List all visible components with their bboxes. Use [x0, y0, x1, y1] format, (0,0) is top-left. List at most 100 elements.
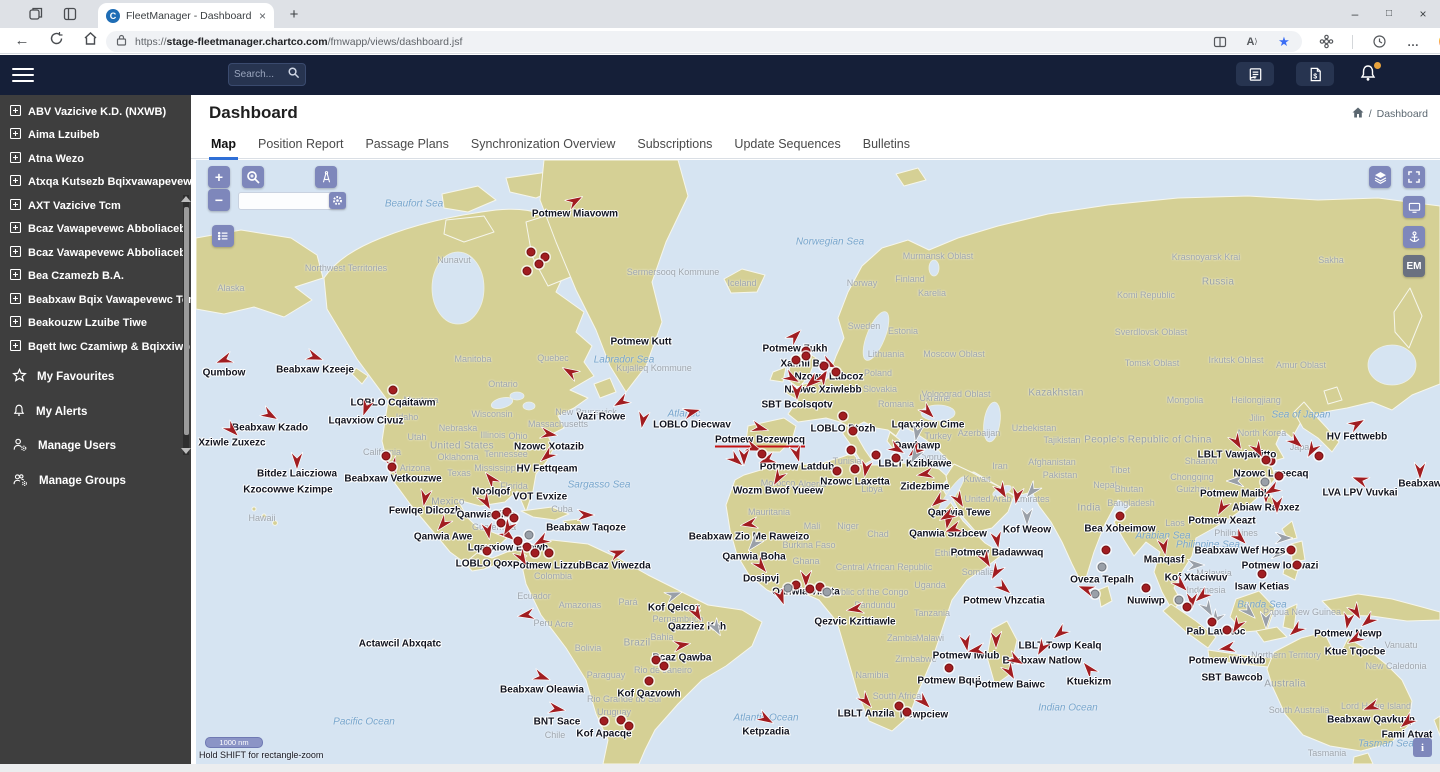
vessel-marker[interactable] — [806, 585, 815, 594]
expand-plus-icon[interactable] — [10, 269, 21, 283]
search-icon[interactable] — [287, 66, 300, 84]
expand-plus-icon[interactable] — [10, 316, 21, 330]
vertical-tabs-icon[interactable] — [62, 6, 78, 22]
vessel-marker[interactable] — [600, 717, 609, 726]
split-screen-icon[interactable] — [1212, 34, 1228, 50]
vessel-marker[interactable] — [535, 260, 544, 269]
map-legend-list-icon[interactable] — [212, 225, 234, 247]
vessel-marker[interactable] — [802, 352, 811, 361]
expand-plus-icon[interactable] — [10, 152, 21, 166]
close-button[interactable]: × — [1406, 0, 1440, 28]
tab-close-icon[interactable]: × — [259, 9, 266, 23]
vessel-marker[interactable] — [545, 549, 554, 558]
sidebar-company-item[interactable]: Bcaz Vawapevewc Abboliaceb — [0, 241, 191, 265]
vessel-marker[interactable] — [389, 386, 398, 395]
map-em-button[interactable]: EM — [1403, 255, 1425, 277]
map-screen-view-icon[interactable] — [1403, 196, 1425, 218]
vessel-marker[interactable] — [1116, 512, 1125, 521]
tab-update-sequences[interactable]: Update Sequences — [732, 131, 842, 159]
notifications-bell-icon[interactable] — [1358, 63, 1382, 87]
vessel-marker[interactable] — [1226, 475, 1244, 487]
vessel-marker[interactable] — [1315, 452, 1324, 461]
vessel-marker[interactable] — [483, 547, 492, 556]
vessel-marker[interactable] — [1102, 546, 1111, 555]
billing-document-button[interactable]: $ — [1296, 62, 1334, 86]
sidebar-item-manage-groups[interactable]: Manage Groups — [0, 464, 191, 499]
back-button[interactable]: ← — [12, 31, 32, 51]
vessel-marker[interactable] — [1293, 561, 1302, 570]
vessel-marker[interactable] — [1175, 596, 1184, 605]
vessel-marker[interactable] — [1261, 478, 1270, 487]
vessel-marker[interactable] — [1021, 508, 1033, 526]
vessel-marker[interactable] — [832, 368, 841, 377]
sidebar-company-item[interactable]: Beakouzw Lzuibe Tiwe — [0, 312, 191, 336]
sidebar-company-item[interactable]: Bcaz Vawapevewc Abboliaceb — [0, 218, 191, 242]
vessel-marker[interactable] — [872, 451, 881, 460]
vessel-marker[interactable] — [1258, 570, 1267, 579]
expand-plus-icon[interactable] — [10, 222, 21, 236]
sidebar-company-item[interactable]: Atxqa Kutsezb Bqixvawapevew — [0, 171, 191, 195]
vessel-marker[interactable] — [1275, 472, 1284, 481]
vessel-marker[interactable] — [820, 362, 829, 371]
sidebar-company-item[interactable]: Bea Czamezb B.A. — [0, 265, 191, 289]
sidebar-item-my-favourites[interactable]: My Favourites — [0, 360, 191, 395]
tab-passage-plans[interactable]: Passage Plans — [363, 131, 450, 159]
log-book-button[interactable] — [1236, 62, 1274, 86]
map-canvas[interactable]: AlaskaNorthwest TerritoriesNunavutManito… — [196, 160, 1440, 764]
vessel-marker[interactable] — [382, 452, 391, 461]
expand-plus-icon[interactable] — [10, 340, 21, 354]
map-fullscreen-icon[interactable] — [1403, 166, 1425, 188]
expand-plus-icon[interactable] — [10, 105, 21, 119]
tab-synchronization-overview[interactable]: Synchronization Overview — [469, 131, 618, 159]
sidebar-company-item[interactable]: AXT Vazicive Tcm — [0, 194, 191, 218]
read-aloud-icon[interactable]: A⟩ — [1244, 34, 1260, 50]
favorite-star-icon[interactable]: ★ — [1276, 34, 1292, 50]
tab-map[interactable]: Map — [209, 131, 238, 159]
map-zoom-in-button[interactable]: + — [208, 166, 230, 188]
home-button[interactable] — [80, 31, 100, 51]
new-tab-button[interactable]: + — [284, 5, 304, 25]
vessel-marker[interactable] — [758, 450, 767, 459]
hamburger-menu-icon[interactable] — [12, 64, 34, 86]
vessel-marker[interactable] — [388, 463, 397, 472]
map-zoom-out-button[interactable]: − — [208, 189, 230, 211]
expand-plus-icon[interactable] — [10, 293, 21, 307]
vessel-marker[interactable] — [738, 448, 750, 466]
expand-plus-icon[interactable] — [10, 175, 21, 189]
vessel-marker[interactable] — [291, 452, 303, 470]
sidebar-company-item[interactable]: ABV Vazicive K.D. (NXWB) — [0, 100, 191, 124]
vessel-marker[interactable] — [990, 631, 1002, 649]
sidebar-item-manage-users[interactable]: Manage Users — [0, 429, 191, 464]
vessel-marker[interactable] — [1275, 532, 1293, 544]
vessel-marker[interactable] — [847, 446, 856, 455]
workspaces-icon[interactable] — [28, 6, 44, 22]
vessel-marker[interactable] — [1098, 563, 1107, 572]
map-anchor-icon[interactable] — [1403, 226, 1425, 248]
sidebar-company-item[interactable]: Atna Wezo — [0, 147, 191, 171]
home-icon[interactable] — [1352, 107, 1364, 121]
vessel-marker[interactable] — [660, 662, 669, 671]
sidebar-item-my-alerts[interactable]: My Alerts — [0, 395, 191, 430]
vessel-marker[interactable] — [1260, 611, 1272, 629]
vessel-marker[interactable] — [1187, 559, 1205, 571]
address-bar[interactable]: https://stage-fleetmanager.chartco.com/f… — [106, 31, 1302, 52]
vessel-marker[interactable] — [1142, 584, 1151, 593]
more-icon[interactable]: … — [1405, 34, 1421, 50]
extensions-icon[interactable] — [1318, 34, 1334, 50]
vessel-marker[interactable] — [792, 356, 801, 365]
vessel-marker[interactable] — [849, 427, 858, 436]
vessel-marker[interactable] — [792, 581, 801, 590]
expand-plus-icon[interactable] — [10, 128, 21, 142]
vessel-marker[interactable] — [625, 722, 634, 731]
vessel-marker[interactable] — [1287, 546, 1296, 555]
vessel-marker[interactable] — [833, 467, 842, 476]
tab-subscriptions[interactable]: Subscriptions — [635, 131, 714, 159]
map-settings-gear-icon[interactable] — [329, 192, 346, 209]
browser-tab[interactable]: C FleetManager - Dashboard × — [98, 3, 274, 28]
vessel-marker[interactable] — [523, 267, 532, 276]
vessel-marker[interactable] — [823, 588, 832, 597]
search-input[interactable] — [234, 69, 287, 80]
rectangle-zoom-icon[interactable] — [242, 166, 264, 188]
vessel-marker[interactable] — [1271, 496, 1283, 514]
tab-bulletins[interactable]: Bulletins — [861, 131, 912, 159]
